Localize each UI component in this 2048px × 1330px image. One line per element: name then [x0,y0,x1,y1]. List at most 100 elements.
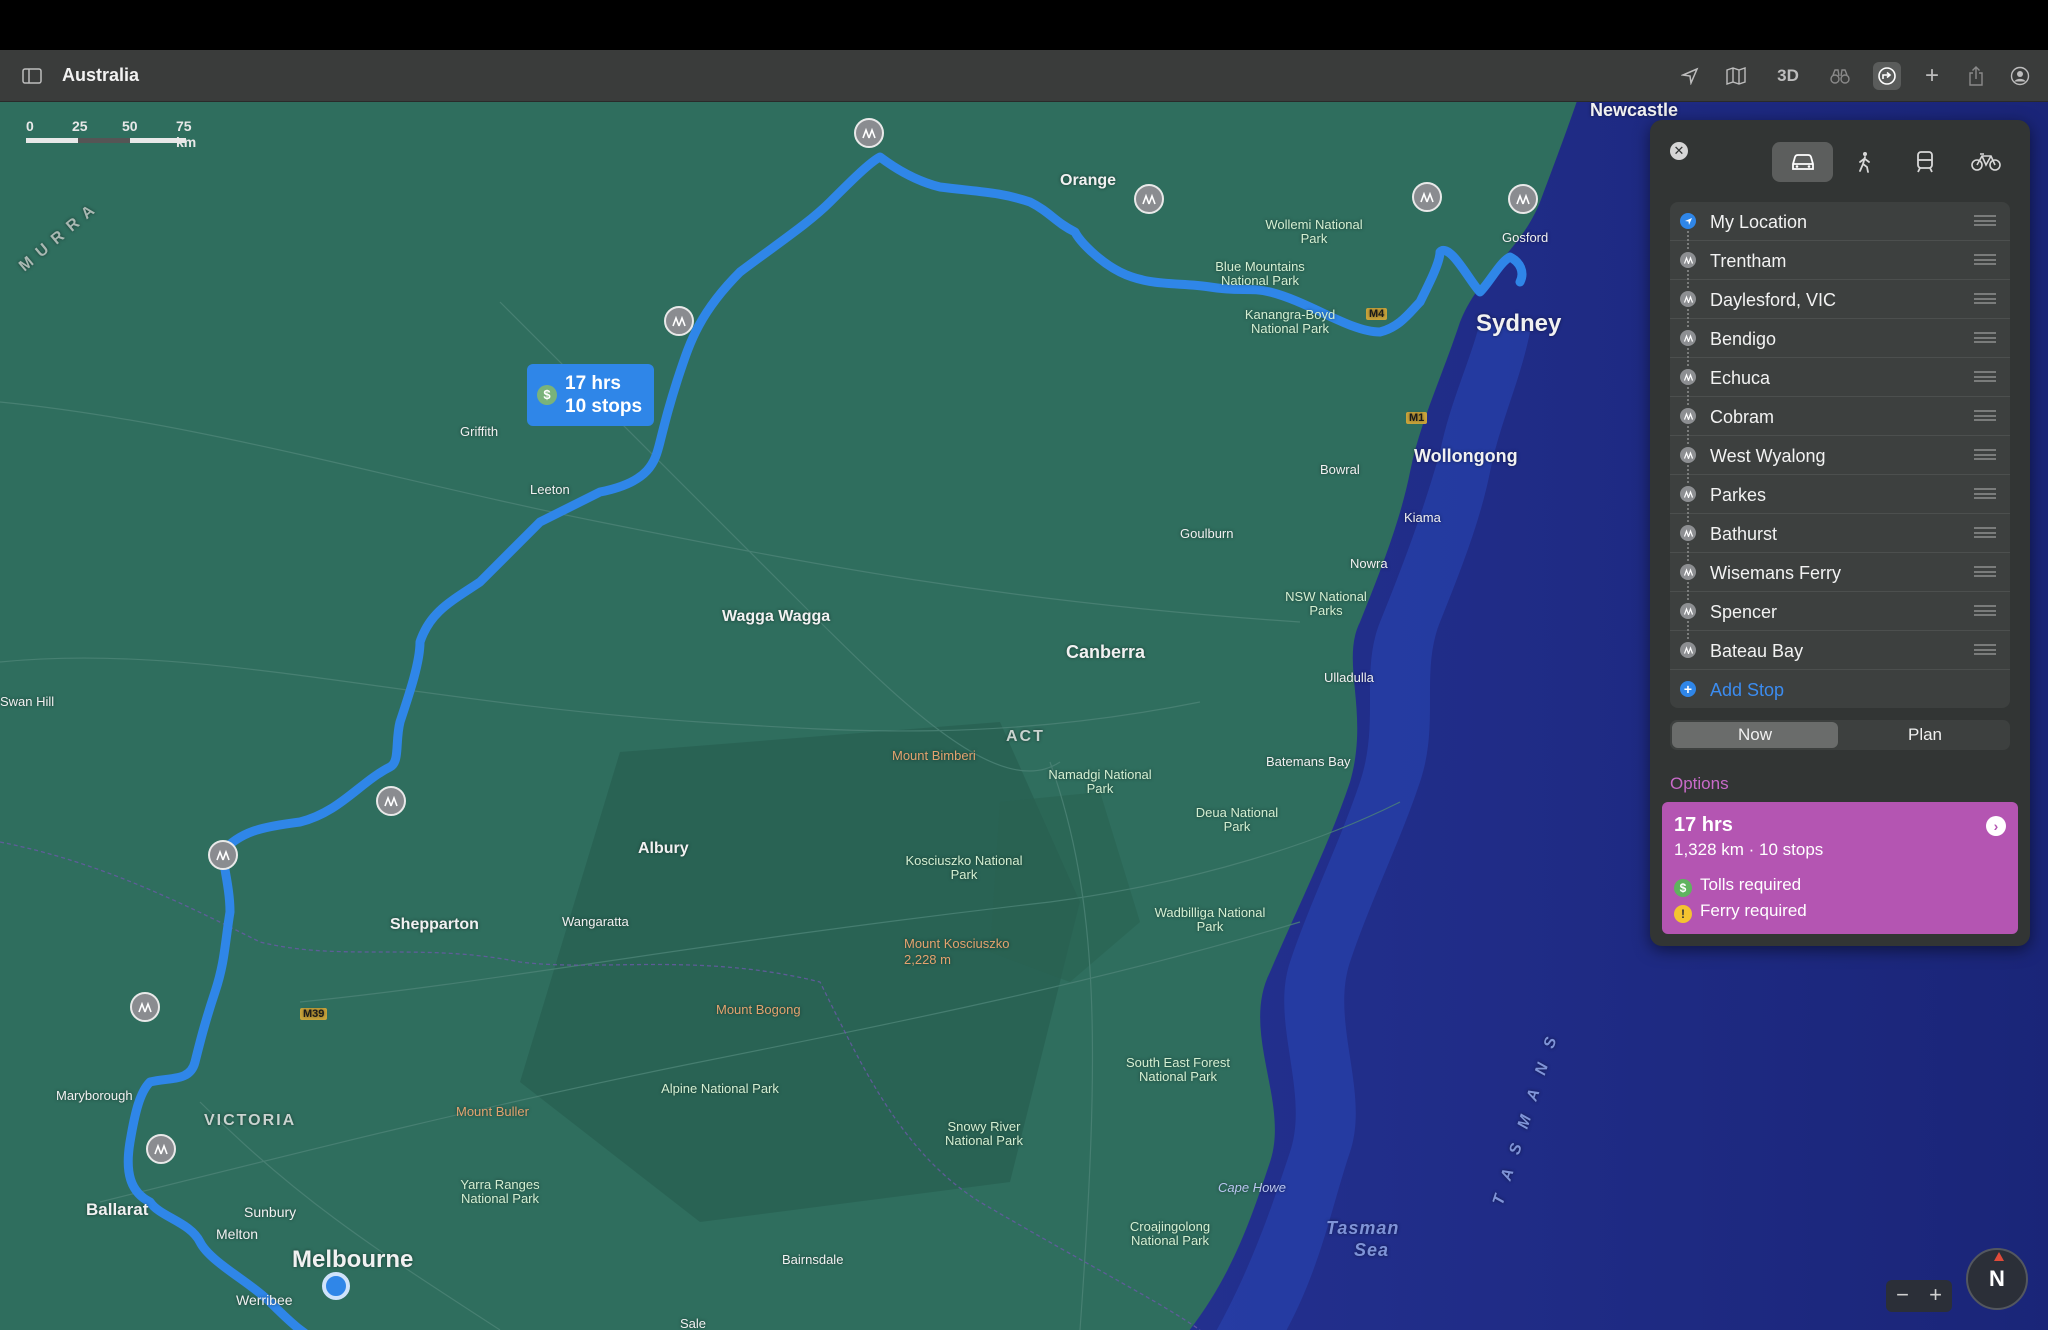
drive-mode-icon[interactable] [1772,142,1833,182]
current-location-marker[interactable] [322,1272,350,1300]
mountain-label[interactable]: Mount Buller [456,1104,529,1119]
directions-icon[interactable] [1873,62,1901,90]
mountain-label[interactable]: Mount Kosciuszko [904,936,1010,951]
stop-pin[interactable] [854,118,884,148]
account-icon[interactable] [2006,62,2034,90]
park-label[interactable]: Alpine National Park [660,1082,780,1096]
town-label[interactable]: Gosford [1502,230,1548,245]
reorder-handle-icon[interactable] [1974,215,1996,226]
town-label[interactable]: Maryborough [56,1088,133,1103]
park-label[interactable]: Kanangra-Boyd National Park [1230,308,1350,336]
town-label[interactable]: Wangaratta [562,914,629,929]
town-label[interactable]: Leeton [530,482,570,497]
stop-row[interactable]: Spencer [1670,592,2010,639]
reorder-handle-icon[interactable] [1974,449,1996,460]
stop-row[interactable]: Bendigo [1670,319,2010,366]
add-stop-button[interactable]: + Add Stop [1670,670,2010,708]
cycle-mode-icon[interactable] [1955,142,2016,182]
park-label[interactable]: Snowy River National Park [924,1120,1044,1148]
city-label[interactable]: Wollongong [1414,446,1518,467]
town-label[interactable]: Melton [216,1226,258,1242]
city-label[interactable]: Melbourne [292,1246,413,1274]
now-tab[interactable]: Now [1672,722,1838,748]
town-label[interactable]: Sunbury [244,1204,296,1220]
park-label[interactable]: Croajingolong National Park [1110,1220,1230,1248]
sidebar-icon[interactable] [18,62,46,90]
reorder-handle-icon[interactable] [1974,371,1996,382]
town-label[interactable]: Albury [638,840,689,858]
view-3d-button[interactable]: 3D [1772,62,1804,90]
location-arrow-icon[interactable] [1676,62,1704,90]
stop-pin[interactable] [376,786,406,816]
stop-pin[interactable] [1508,184,1538,214]
options-heading[interactable]: Options [1670,774,1729,794]
mountain-label[interactable]: Mount Bogong [716,1002,801,1017]
stop-pin[interactable] [664,306,694,336]
town-label[interactable]: Orange [1060,172,1116,190]
park-label[interactable]: South East Forest National Park [1118,1056,1238,1084]
town-label[interactable]: Ballarat [86,1200,148,1220]
transit-mode-icon[interactable] [1894,142,1955,182]
stop-row[interactable]: Echuca [1670,358,2010,405]
reorder-handle-icon[interactable] [1974,644,1996,655]
zoom-in-button[interactable]: + [1919,1280,1952,1312]
reorder-handle-icon[interactable] [1974,254,1996,265]
stop-pin[interactable] [1134,184,1164,214]
reorder-handle-icon[interactable] [1974,410,1996,421]
city-label[interactable]: Canberra [1066,642,1145,663]
reorder-handle-icon[interactable] [1974,566,1996,577]
park-label[interactable]: Wollemi National Park [1254,218,1374,246]
city-label[interactable]: Newcastle [1590,102,1678,121]
stop-row[interactable]: West Wyalong [1670,436,2010,483]
town-label[interactable]: Goulburn [1180,526,1233,541]
compass-button[interactable]: N [1966,1248,2028,1310]
reorder-handle-icon[interactable] [1974,293,1996,304]
town-label[interactable]: Wagga Wagga [722,608,830,626]
park-label[interactable]: NSW National Parks [1276,590,1376,618]
town-label[interactable]: Bowral [1320,462,1360,477]
stop-row[interactable]: Wisemans Ferry [1670,553,2010,600]
plan-tab[interactable]: Plan [1842,722,2008,748]
town-label[interactable]: Nowra [1350,556,1388,571]
route-summary-badge[interactable]: $ 17 hrs 10 stops [527,364,655,426]
stop-row[interactable]: Parkes [1670,475,2010,522]
route-option-card[interactable]: 17 hrs 1,328 km · 10 stops › $ Tolls requ… [1662,802,2018,934]
city-label[interactable]: Sydney [1476,310,1561,338]
go-arrow-icon[interactable]: › [1986,816,2006,836]
mountain-label[interactable]: Mount Bimberi [892,748,976,763]
town-label[interactable]: Werribee [236,1292,293,1308]
reorder-handle-icon[interactable] [1974,605,1996,616]
zoom-out-button[interactable]: − [1886,1280,1919,1312]
town-label[interactable]: Griffith [460,424,498,439]
stop-row[interactable]: Trentham [1670,241,2010,288]
park-label[interactable]: Yarra Ranges National Park [440,1178,560,1206]
close-icon[interactable]: ✕ [1670,142,1688,160]
stop-pin[interactable] [146,1134,176,1164]
plus-icon[interactable]: + [1918,62,1946,90]
park-label[interactable]: Blue Mountains National Park [1200,260,1320,288]
reorder-handle-icon[interactable] [1974,527,1996,538]
park-label[interactable]: Deua National Park [1192,806,1282,834]
town-label[interactable]: Swan Hill [0,694,54,709]
park-label[interactable]: Kosciuszko National Park [904,854,1024,882]
town-label[interactable]: Shepparton [390,916,479,934]
stop-row[interactable]: Bathurst [1670,514,2010,561]
binoculars-icon[interactable] [1826,62,1854,90]
stop-pin[interactable] [1412,182,1442,212]
park-label[interactable]: Wadbilliga National Park [1150,906,1270,934]
stop-pin[interactable] [130,992,160,1022]
share-icon[interactable] [1962,62,1990,90]
reorder-handle-icon[interactable] [1974,332,1996,343]
town-label[interactable]: Ulladulla [1324,670,1374,685]
park-label[interactable]: Namadgi National Park [1040,768,1160,796]
town-label[interactable]: Bairnsdale [782,1252,843,1267]
stop-row[interactable]: Bateau Bay [1670,631,2010,670]
stop-pin[interactable] [208,840,238,870]
stop-row[interactable]: My Location [1670,202,2010,249]
map-icon[interactable] [1722,62,1750,90]
reorder-handle-icon[interactable] [1974,488,1996,499]
town-label[interactable]: Batemans Bay [1266,754,1351,769]
stop-row[interactable]: Daylesford, VIC [1670,280,2010,327]
stop-row[interactable]: Cobram [1670,397,2010,444]
town-label[interactable]: Sale [680,1316,706,1330]
